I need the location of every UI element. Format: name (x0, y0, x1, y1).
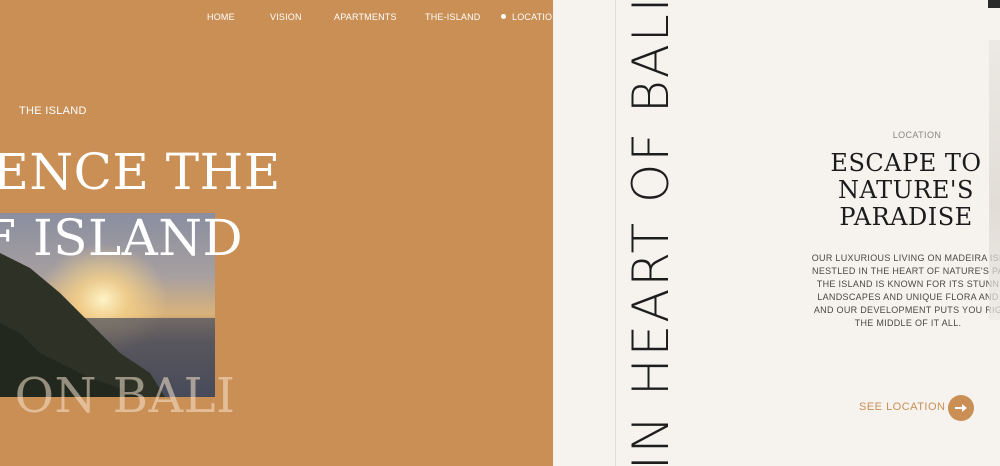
nav-item-the-island[interactable]: THE-ISLAND (425, 12, 481, 22)
main-nav: HOME VISION APARTMENTS THE-ISLAND LOCATI… (0, 12, 553, 26)
nav-item-home[interactable]: HOME (207, 12, 235, 22)
location-title-line: ESCAPE TO (830, 149, 982, 177)
hero-eyebrow: THE ISLAND (19, 105, 87, 117)
arrow-right-icon (955, 404, 967, 412)
nav-item-location[interactable]: LOCATION (501, 12, 553, 22)
hero-headline-line-2: Y OF ISLAND (0, 209, 244, 267)
location-panel: IN HEART OF BALI LOCATION ESCAPE TO NATU… (553, 0, 1000, 466)
see-location-link[interactable]: SEE LOCATION (859, 401, 945, 413)
hero-headline-line-3: G ON BALI (0, 368, 236, 424)
paragraph-line: OUR LUXURIOUS LIVING ON MADEIRA ISL (811, 253, 1000, 263)
location-title-line: NATURE'S (838, 176, 974, 204)
see-location-button[interactable] (948, 395, 974, 421)
nav-item-vision[interactable]: VISION (270, 12, 302, 22)
corner-mark (988, 0, 1000, 8)
location-title-line: PARADISE (839, 203, 973, 231)
paragraph-line: THE ISLAND IS KNOWN FOR ITS STUNN (816, 279, 1000, 289)
nav-item-apartments[interactable]: APARTMENTS (334, 12, 397, 22)
vertical-text-container: IN HEART OF BALI (616, 0, 688, 466)
paragraph-line: AND OUR DEVELOPMENT PUTS YOU RIG (813, 305, 1000, 315)
paragraph-line: THE MIDDLE OF IT ALL. (854, 318, 962, 328)
nav-item-location-label: LOCATION (512, 12, 553, 22)
hero-headline-line-1: RIENCE THE (0, 143, 281, 201)
location-eyebrow: LOCATION (892, 130, 942, 140)
partial-image-edge (989, 40, 1000, 320)
location-paragraph: OUR LUXURIOUS LIVING ON MADEIRA ISL NEST… (803, 252, 1000, 330)
vertical-heading: IN HEART OF BALI (622, 0, 680, 466)
location-title: ESCAPE TO NATURE'S PARADISE (821, 150, 991, 231)
active-dot-icon (501, 14, 506, 19)
hero-panel: HOME VISION APARTMENTS THE-ISLAND LOCATI… (0, 0, 553, 466)
paragraph-line: LANDSCAPES AND UNIQUE FLORA AND (817, 292, 999, 302)
paragraph-line: NESTLED IN THE HEART OF NATURE'S PA (812, 266, 1000, 276)
